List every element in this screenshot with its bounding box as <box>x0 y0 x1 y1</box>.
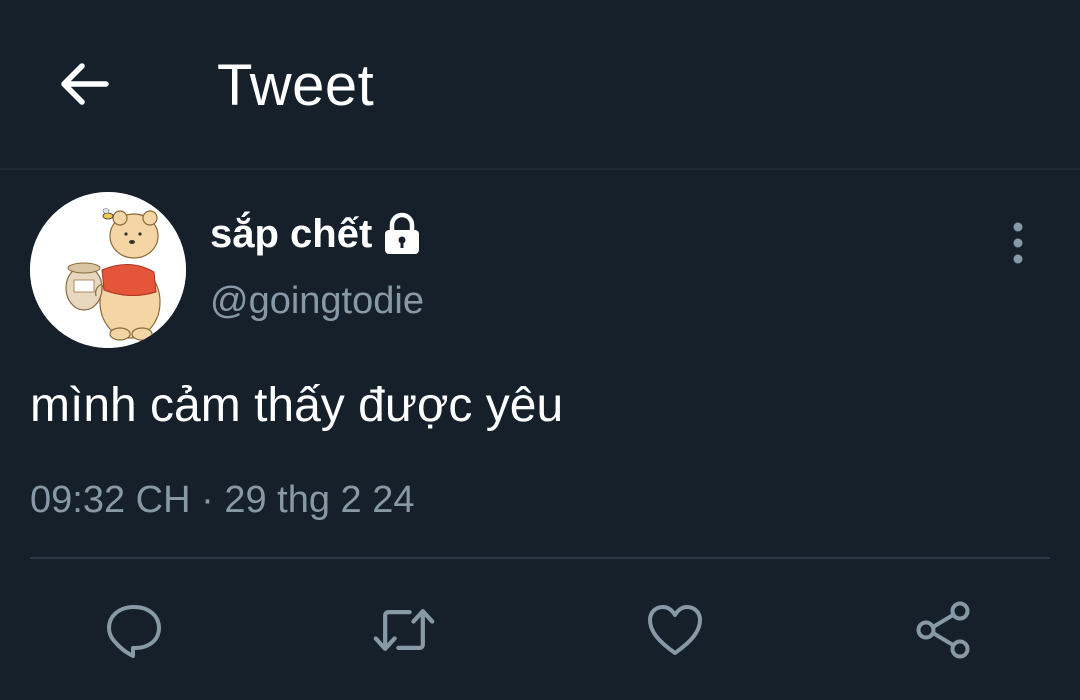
author-display-name[interactable]: sắp chết <box>210 210 422 258</box>
tweet-time: 09:32 CH <box>30 479 191 521</box>
more-options-button[interactable] <box>996 218 1040 268</box>
share-icon <box>916 601 970 659</box>
display-name-text: sắp chết <box>210 212 373 256</box>
arrow-left-icon <box>61 63 109 105</box>
lock-icon <box>382 212 422 256</box>
meta-separator: · <box>201 479 214 521</box>
author-handle[interactable]: @goingtodie <box>210 278 424 324</box>
retweet-icon <box>373 609 435 651</box>
pooh-bear-avatar-image <box>30 192 186 348</box>
reply-button[interactable] <box>102 598 166 662</box>
heart-icon <box>648 605 702 655</box>
reply-icon <box>107 605 161 658</box>
tweet-text: mình cảm thấy được yêu <box>30 379 564 432</box>
like-button[interactable] <box>643 598 707 662</box>
top-bar: Tweet <box>0 0 1080 170</box>
retweet-button[interactable] <box>372 598 436 662</box>
page-title: Tweet <box>217 53 375 118</box>
tweet-timestamp: 09:32 CH · 29 thg 2 24 <box>30 476 415 524</box>
vertical-dots-icon <box>1013 222 1023 264</box>
divider <box>30 557 1050 559</box>
tweet-date: 29 thg 2 24 <box>224 479 415 521</box>
tweet-detail-screen: Tweet sắp chết @goingtodie mình cảm thấy… <box>0 0 1080 700</box>
back-button[interactable] <box>52 52 116 116</box>
share-button[interactable] <box>912 598 976 662</box>
avatar[interactable] <box>30 192 186 348</box>
